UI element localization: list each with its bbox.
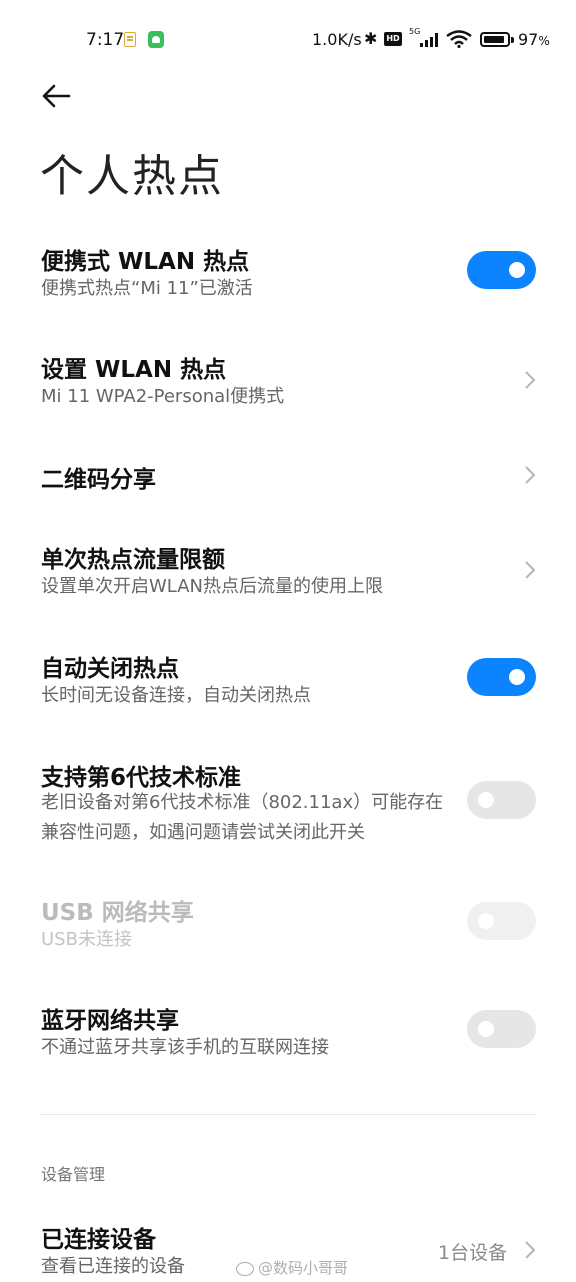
setting-row-wifi6[interactable]: 支持第6代技术标准 老旧设备对第6代技术标准（802.11ax）可能存在兼容性问… <box>0 746 576 856</box>
hd-volte-icon: HD <box>384 32 402 46</box>
connected-device-count: 1台设备 <box>438 1242 508 1264</box>
usb-tethering-toggle <box>467 902 536 940</box>
battery-cap <box>511 37 514 43</box>
page-title: 个人热点 <box>40 151 224 202</box>
row-subtitle: 设置单次开启WLAN热点后流量的使用上限 <box>41 576 384 597</box>
network-type-label: 5G <box>409 27 421 36</box>
setting-row-portable-wlan-hotspot[interactable]: 便携式 WLAN 热点 便携式热点“Mi 11”已激活 <box>0 230 576 320</box>
auto-off-toggle[interactable] <box>467 658 536 696</box>
wifi-icon <box>446 30 472 48</box>
setting-row-qr-share[interactable]: 二维码分享 <box>0 446 576 506</box>
row-subtitle: 老旧设备对第6代技术标准（802.11ax）可能存在兼容性问题，如遇问题请尝试关… <box>41 792 444 843</box>
bluetooth-icon: ✱ <box>364 29 378 48</box>
row-title: 自动关闭热点 <box>41 656 179 682</box>
battery-percent: 97% <box>518 30 550 49</box>
watermark: @数码小哥哥 <box>236 1257 348 1278</box>
battery-icon <box>480 32 510 47</box>
row-subtitle: 便携式热点“Mi 11”已激活 <box>41 278 253 299</box>
setting-row-data-limit[interactable]: 单次热点流量限额 设置单次开启WLAN热点后流量的使用上限 <box>0 528 576 618</box>
signal-icon <box>420 33 442 47</box>
row-subtitle: Mi 11 WPA2-Personal便携式 <box>41 386 285 407</box>
row-title: 蓝牙网络共享 <box>41 1008 179 1034</box>
weibo-icon <box>236 1261 254 1276</box>
hotspot-toggle[interactable] <box>467 251 536 289</box>
section-header-device-management: 设备管理 <box>41 1165 106 1184</box>
arrow-left-icon <box>42 84 71 108</box>
status-time: 7:17 <box>86 30 125 50</box>
row-title: USB 网络共享 <box>41 900 194 926</box>
row-subtitle: 不通过蓝牙共享该手机的互联网连接 <box>41 1037 329 1058</box>
network-speed: 1.0K/s <box>312 30 362 49</box>
row-title: 设置 WLAN 热点 <box>41 357 227 383</box>
notes-icon <box>124 32 136 47</box>
setting-row-usb-tethering: USB 网络共享 USB未连接 <box>0 881 576 971</box>
divider <box>40 1114 536 1115</box>
back-button[interactable] <box>36 78 76 114</box>
chevron-right-icon <box>525 1241 536 1259</box>
setting-row-setup-wlan-hotspot[interactable]: 设置 WLAN 热点 Mi 11 WPA2-Personal便携式 <box>0 338 576 428</box>
row-subtitle: 长时间无设备连接，自动关闭热点 <box>41 685 311 706</box>
chevron-right-icon <box>525 371 536 389</box>
chevron-right-icon <box>525 466 536 484</box>
setting-row-auto-off[interactable]: 自动关闭热点 长时间无设备连接，自动关闭热点 <box>0 637 576 727</box>
setting-row-bt-tethering[interactable]: 蓝牙网络共享 不通过蓝牙共享该手机的互联网连接 <box>0 989 576 1079</box>
android-icon <box>148 31 164 48</box>
chevron-right-icon <box>525 561 536 579</box>
row-title: 二维码分享 <box>41 467 156 493</box>
bt-tethering-toggle[interactable] <box>467 1010 536 1048</box>
status-bar: 7:17 1.0K/s ✱ HD 5G 97% <box>0 0 576 80</box>
row-title: 已连接设备 <box>41 1227 156 1253</box>
row-title: 便携式 WLAN 热点 <box>41 249 250 275</box>
row-title: 支持第6代技术标准 <box>41 765 242 791</box>
row-title: 单次热点流量限额 <box>41 547 225 573</box>
row-subtitle: USB未连接 <box>41 929 132 950</box>
wifi6-toggle[interactable] <box>467 781 536 819</box>
